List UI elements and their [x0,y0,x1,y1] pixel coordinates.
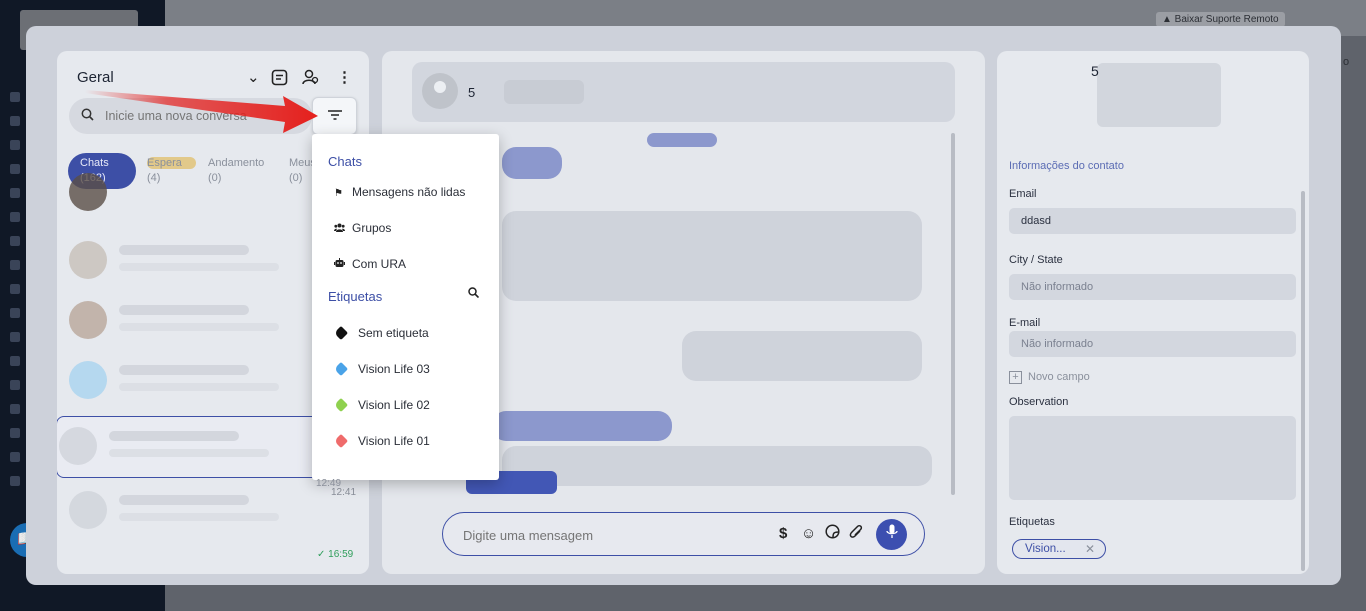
message-bubble [682,331,922,381]
sidebar-nav-icons [10,92,24,500]
background-text: o [1343,56,1350,68]
field-label: Email [1009,188,1037,200]
filter-with-ura[interactable]: Com URA [334,253,494,275]
contact-info-title: Informações do contato [1009,160,1124,172]
flag-icon: ⚑ [334,188,343,199]
chat-time: ✓ 16:59 [317,549,354,560]
microphone-icon[interactable] [876,519,907,550]
message-bubble [502,147,562,179]
conversation-scrollbar[interactable] [951,133,955,495]
queue-title[interactable]: Geral [77,69,114,86]
conversation-header[interactable]: 5 [412,62,955,122]
emoji-icon[interactable]: ☺ [801,524,816,544]
redacted-contact [504,80,584,104]
field-label: E-mail [1009,317,1041,329]
sticker-icon[interactable] [825,524,840,545]
dropdown-tags-header: Etiquetas [328,289,383,304]
remote-support-button[interactable]: ▲ Baixar Suporte Remoto [1156,12,1285,27]
city-state-field[interactable]: Não informado [1009,274,1296,300]
field-label: Observation [1009,396,1069,408]
message-bubble [647,133,717,147]
close-icon[interactable]: ✕ [1085,540,1095,558]
more-vertical-icon[interactable]: ⋮ [337,69,352,87]
chevron-down-icon[interactable]: ⌄ [247,69,260,87]
contact-name: 5 [1091,63,1099,79]
tag-option-vision-life-01[interactable]: Vision Life 01 [333,430,430,452]
message-bubble [502,211,922,301]
filter-unread-messages[interactable]: ⚑ Mensagens não lidas [334,181,494,203]
chat-time: 12:49 [316,478,342,489]
email-field-2[interactable]: Não informado [1009,331,1296,357]
redacted-contact [1097,63,1221,127]
filter-button[interactable] [312,97,357,135]
search-tags-icon[interactable] [468,287,480,301]
message-input[interactable] [463,525,763,545]
plus-icon: + [1009,371,1022,384]
message-bubble [502,446,932,486]
contacts-search-icon[interactable] [302,69,320,91]
field-label: City / State [1009,254,1063,266]
contact-name: 5 [468,85,476,100]
tag-icon [333,361,349,377]
list-item[interactable] [67,481,357,539]
tag-icon [333,397,349,413]
contact-info-panel: 5 Informações do contato Email ddasd Cit… [997,51,1309,574]
tag-option-vision-life-02[interactable]: Vision Life 02 [333,394,430,416]
message-composer: $ ☺ [442,512,925,556]
search-box [69,98,312,134]
add-field-button[interactable]: + Novo campo [1009,371,1090,384]
tag-option-vision-life-03[interactable]: Vision Life 03 [333,358,430,380]
filter-dropdown: Chats ⚑ Mensagens não lidas Grupos Com UR… [312,134,499,480]
user-avatar-icon [422,73,458,109]
contact-scrollbar[interactable] [1301,191,1305,571]
observation-textarea[interactable] [1009,416,1296,500]
filter-icon [327,108,342,123]
tag-icon [333,433,349,449]
notes-icon[interactable] [271,69,288,91]
tag-icon [333,325,349,341]
robot-icon [334,255,352,277]
tag-chip[interactable]: Vision... ✕ [1012,539,1106,559]
tag-option-none[interactable]: Sem etiqueta [333,322,429,344]
new-conversation-input[interactable] [105,106,305,126]
field-label: Etiquetas [1009,516,1055,528]
group-icon [334,219,352,241]
filter-groups[interactable]: Grupos [334,217,494,239]
email-field[interactable]: ddasd [1009,208,1296,234]
message-bubble [492,411,672,441]
search-icon [81,108,94,124]
attachment-icon[interactable] [849,524,863,546]
dollar-icon[interactable]: $ [779,524,787,544]
dropdown-chats-header: Chats [328,154,362,169]
